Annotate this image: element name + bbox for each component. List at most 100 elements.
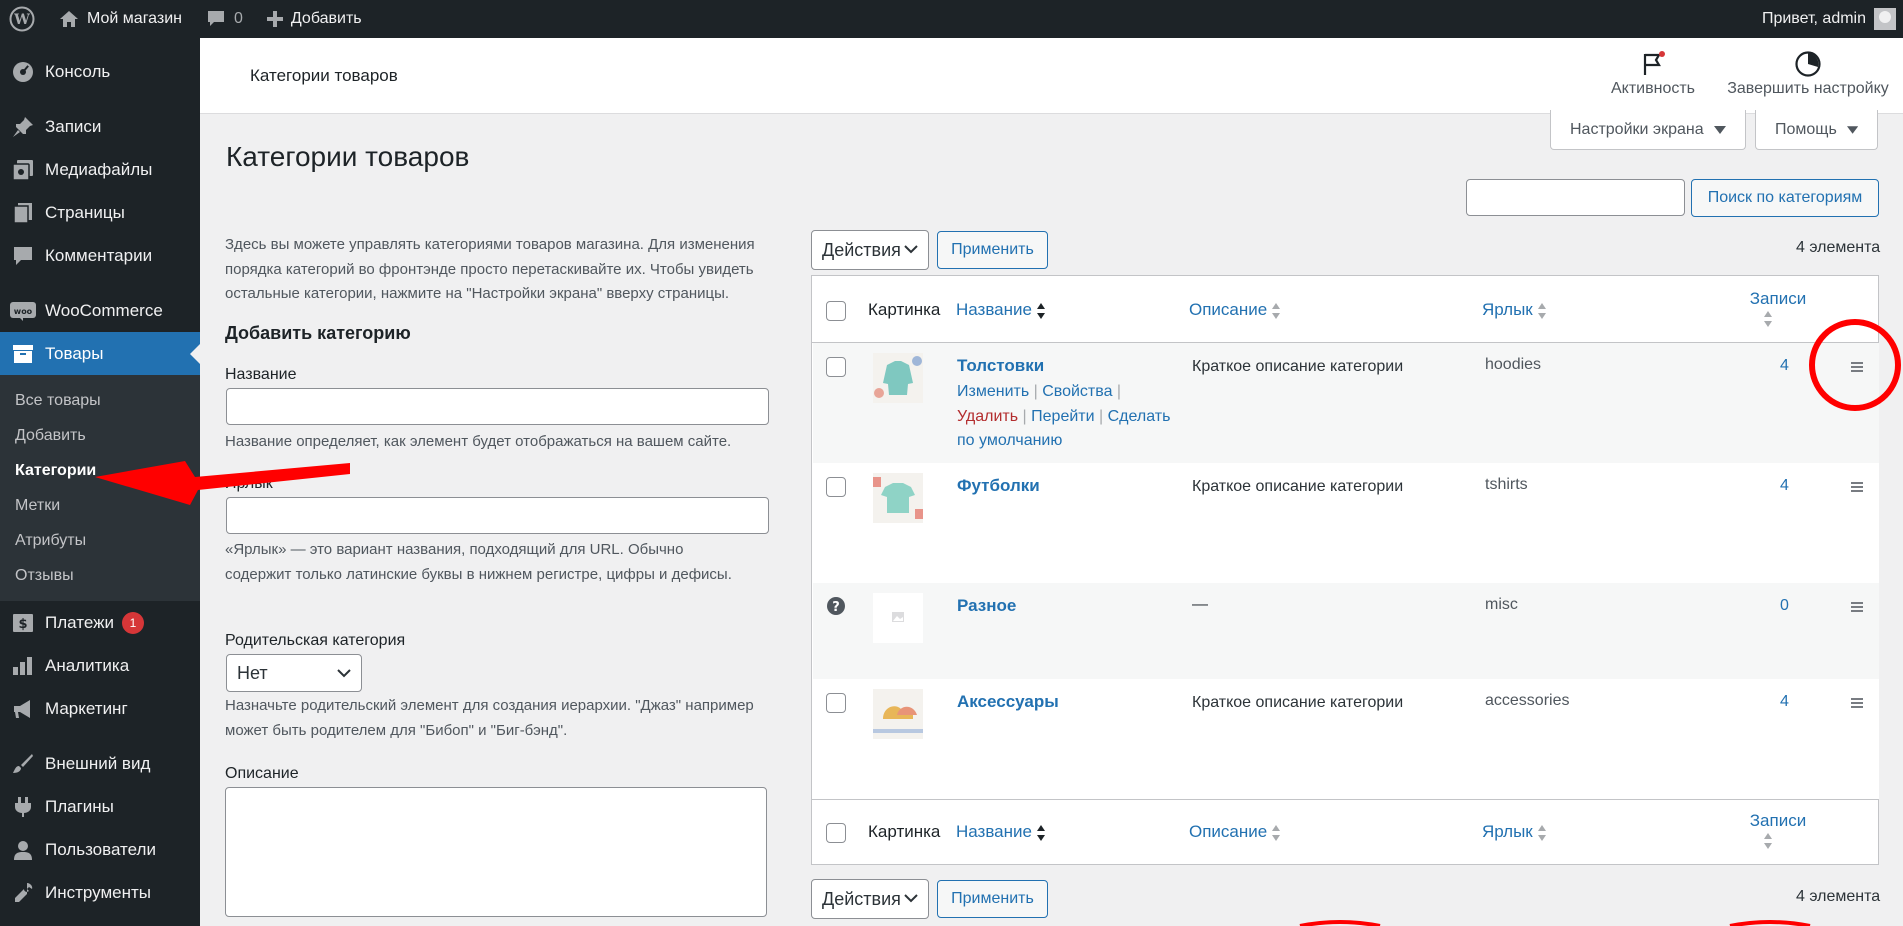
drag-handle-icon[interactable] [1851, 482, 1863, 494]
apply-button[interactable]: Применить [937, 231, 1048, 269]
menu-item-analytics[interactable]: Аналитика [0, 644, 200, 687]
delete-link[interactable]: Удалить [957, 408, 1018, 425]
progress-pie-icon [1795, 51, 1821, 77]
help-button[interactable]: Помощь [1755, 110, 1878, 150]
menu-item-marketing[interactable]: Маркетинг [0, 687, 200, 730]
category-name-link[interactable]: Толстовки [957, 356, 1044, 376]
finish-setup-button[interactable]: Завершить настройку [1723, 48, 1893, 98]
submenu-tags[interactable]: Метки [0, 488, 200, 523]
column-slug-sort[interactable]: Ярлык [1482, 300, 1547, 321]
accessories-thumbnail [873, 689, 923, 739]
category-name-link[interactable]: Футболки [957, 476, 1040, 496]
submenu-add-product[interactable]: Добавить [0, 418, 200, 453]
brush-icon [0, 753, 45, 775]
parent-category-select[interactable]: Нет [226, 654, 362, 692]
slug-input[interactable] [226, 497, 769, 534]
apply-button-bottom[interactable]: Применить [937, 880, 1048, 918]
drag-handle-icon[interactable] [1851, 698, 1863, 710]
screen-options-label: Настройки экрана [1570, 120, 1704, 138]
search-categories-button[interactable]: Поиск по категориям [1691, 179, 1879, 217]
comments-link[interactable]: 0 [197, 0, 252, 38]
wordpress-logo-icon[interactable]: W [0, 0, 44, 38]
column-description-sort-footer[interactable]: Описание [1189, 822, 1281, 843]
category-count-link[interactable]: 4 [1780, 357, 1789, 375]
category-slug: hoodies [1485, 356, 1542, 373]
menu-item-plugins[interactable]: Плагины [0, 785, 200, 828]
menu-item-payments[interactable]: $ Платежи 1 [0, 601, 200, 644]
sort-icon [1272, 824, 1281, 841]
properties-link[interactable]: Свойства [1042, 383, 1112, 400]
menu-item-appearance[interactable]: Внешний вид [0, 742, 200, 785]
bulk-actions-select[interactable]: Действия [811, 230, 929, 270]
category-count-link[interactable]: 4 [1780, 477, 1789, 495]
submenu-categories[interactable]: Категории [0, 453, 200, 488]
select-all-checkbox[interactable] [826, 301, 846, 321]
view-link[interactable]: Перейти [1031, 408, 1094, 425]
comments-count: 0 [234, 10, 243, 27]
placeholder-image-icon [873, 593, 923, 643]
category-count-link[interactable]: 4 [1780, 693, 1789, 711]
menu-item-comments[interactable]: Комментарии [0, 234, 200, 277]
dollar-icon: $ [0, 613, 45, 633]
submenu-reviews[interactable]: Отзывы [0, 558, 200, 593]
column-image: Картинка [868, 300, 941, 319]
column-count-sort-footer[interactable]: Записи [1748, 811, 1808, 856]
menu-item-posts[interactable]: Записи [0, 105, 200, 148]
menu-label: Страницы [45, 202, 125, 222]
menu-item-products[interactable]: Товары [0, 332, 200, 375]
edit-link[interactable]: Изменить [957, 383, 1029, 400]
drag-handle-icon[interactable] [1851, 362, 1863, 374]
help-label: Помощь [1775, 120, 1837, 138]
menu-label: Аналитика [45, 655, 130, 675]
screen-options-button[interactable]: Настройки экрана [1550, 110, 1746, 150]
row-checkbox[interactable] [826, 357, 846, 377]
drag-handle-icon[interactable] [1851, 602, 1863, 614]
new-content-link[interactable]: Добавить [258, 0, 371, 38]
hoodie-thumbnail [873, 353, 923, 403]
name-input[interactable] [226, 388, 769, 425]
column-description-label: Описание [1189, 822, 1268, 841]
items-count: 4 элемента [1796, 239, 1881, 256]
menu-label: Платежи [45, 612, 114, 632]
category-search-input[interactable] [1466, 179, 1685, 216]
woocommerce-icon: woo [0, 301, 45, 321]
parent-label: Родительская категория [225, 632, 406, 649]
category-name-link[interactable]: Разное [957, 596, 1016, 616]
sort-icon [1272, 302, 1281, 319]
svg-text:?: ? [832, 600, 840, 615]
svg-text:woo: woo [13, 307, 32, 316]
category-count-link[interactable]: 0 [1780, 597, 1789, 615]
bulk-actions-select-bottom[interactable]: Действия [811, 879, 929, 919]
category-name-link[interactable]: Аксессуары [957, 692, 1059, 712]
site-name-link[interactable]: Мой магазин [50, 0, 191, 38]
menu-item-woocommerce[interactable]: woo WooCommerce [0, 289, 200, 332]
products-submenu: Все товары Добавить Категории Метки Атри… [0, 375, 200, 601]
payments-badge: 1 [121, 611, 144, 634]
row-checkbox[interactable] [826, 693, 846, 713]
account-menu[interactable]: Привет, admin [1745, 0, 1903, 38]
menu-item-media[interactable]: Медиафайлы [0, 148, 200, 191]
menu-item-pages[interactable]: Страницы [0, 191, 200, 234]
parent-value: Нет [237, 662, 268, 683]
column-name-sort[interactable]: Название [956, 300, 1046, 321]
menu-item-users[interactable]: Пользователи [0, 828, 200, 871]
category-description: Краткое описание категории [1192, 358, 1404, 375]
help-circle-icon[interactable]: ? [826, 596, 846, 616]
column-count-sort[interactable]: Записи [1748, 289, 1808, 334]
menu-item-dashboard[interactable]: Консоль [0, 50, 200, 93]
column-description-sort[interactable]: Описание [1189, 300, 1281, 321]
slug-help: «Ярлык» — это вариант названия, подходящ… [225, 541, 732, 583]
row-checkbox[interactable] [826, 477, 846, 497]
column-slug-sort-footer[interactable]: Ярлык [1482, 822, 1547, 843]
submenu-attributes[interactable]: Атрибуты [0, 523, 200, 558]
column-description-label: Описание [1189, 300, 1268, 319]
category-slug: accessories [1485, 692, 1570, 709]
submenu-all-products[interactable]: Все товары [0, 383, 200, 418]
activity-button[interactable]: Активность [1603, 48, 1703, 98]
description-textarea[interactable] [225, 787, 767, 917]
column-name-sort-footer[interactable]: Название [956, 822, 1046, 843]
menu-item-tools[interactable]: Инструменты [0, 871, 200, 914]
select-all-checkbox-footer[interactable] [826, 823, 846, 843]
chevron-down-icon [904, 245, 918, 254]
menu-label: Товары [45, 343, 104, 363]
